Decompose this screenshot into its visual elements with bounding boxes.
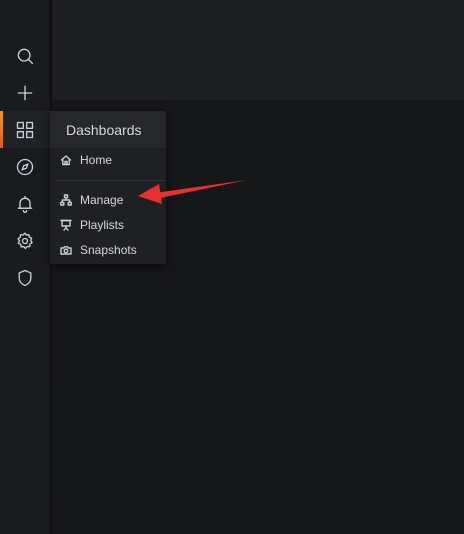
menu-item-label: Manage (80, 193, 124, 207)
menu-item-label: Home (80, 153, 113, 167)
active-indicator (0, 111, 3, 148)
sidebar (0, 0, 50, 534)
home-icon (60, 155, 72, 166)
menu-item-label: Playlists (80, 218, 125, 232)
menu-item-home[interactable]: Home (60, 150, 112, 170)
shield-icon[interactable] (13, 266, 37, 290)
apps-grid-icon[interactable] (13, 118, 37, 142)
gear-icon[interactable] (13, 229, 37, 253)
menu-divider (56, 180, 164, 181)
bell-icon[interactable] (13, 192, 37, 216)
menu-header-dashboards[interactable]: Dashboards (50, 111, 166, 148)
plus-icon[interactable] (13, 81, 37, 105)
sidebar-shadow (50, 0, 53, 534)
menu-item-snapshots[interactable]: Snapshots (60, 240, 137, 260)
presentation-icon (60, 219, 72, 231)
dashboards-dropdown-menu: Dashboards Home Manage Playlists Snapsho… (50, 111, 166, 264)
camera-icon (60, 246, 72, 255)
top-bar (52, 0, 464, 100)
sitemap-icon (60, 194, 72, 206)
menu-item-manage[interactable]: Manage (60, 190, 123, 210)
search-icon[interactable] (13, 44, 37, 68)
menu-item-label: Snapshots (80, 243, 137, 257)
compass-icon[interactable] (13, 155, 37, 179)
menu-item-playlists[interactable]: Playlists (60, 215, 124, 235)
